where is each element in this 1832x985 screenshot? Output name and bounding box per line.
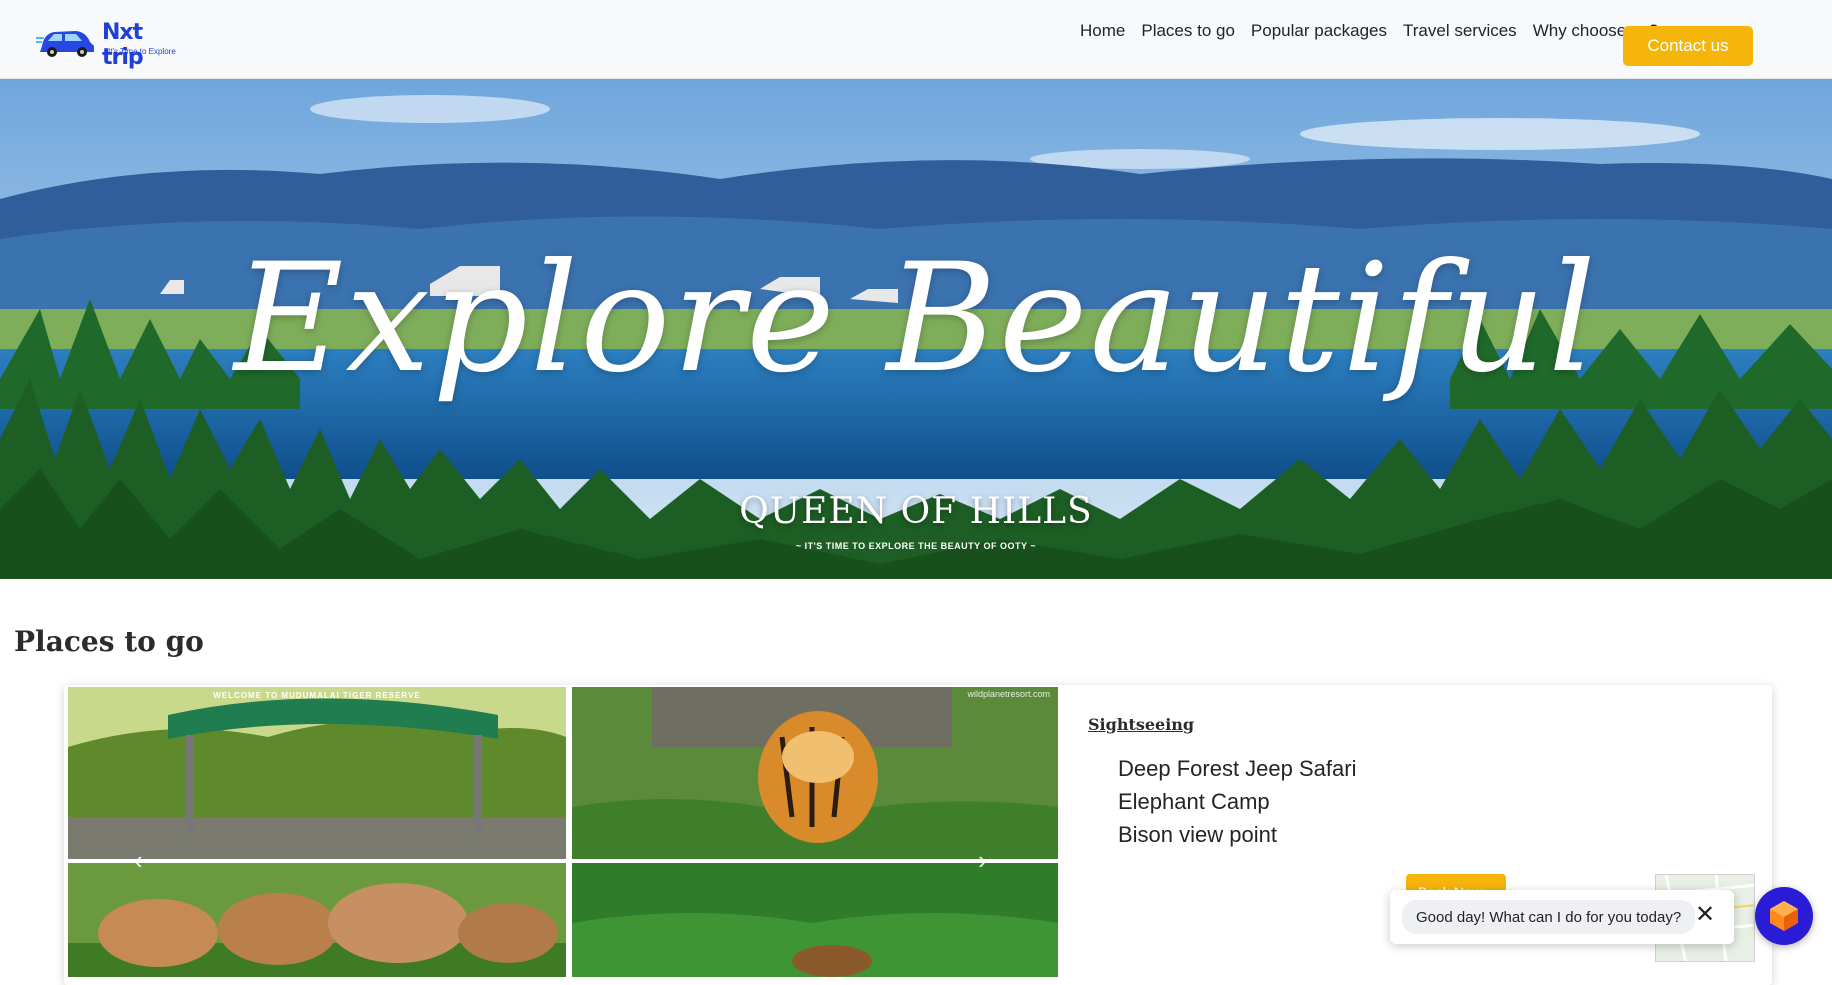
car-logo-icon (36, 31, 94, 57)
place-category-label: Sightseeing (1088, 715, 1195, 734)
nav-travel-services[interactable]: Travel services (1395, 20, 1525, 42)
chat-message[interactable]: Good day! What can I do for you today? (1402, 900, 1696, 934)
hero-subtitle: ~ IT'S TIME TO EXPLORE THE BEAUTY OF OOT… (795, 541, 1037, 551)
hero-banner: Explore Beautiful QUEEN OF HILLS ~ IT'S … (0, 79, 1832, 579)
navbar: Nxt trip It's Time to Explore Home Place… (0, 0, 1832, 79)
collage-tile-tiger: wildplanetresort.com (572, 687, 1058, 859)
places-section-title: Places to go (14, 625, 204, 658)
collage-tile-elephants (68, 863, 566, 977)
place-info: Sightseeing Deep Forest Jeep Safari Elep… (1088, 715, 1356, 851)
place-activity-list: Deep Forest Jeep Safari Elephant Camp Bi… (1118, 752, 1356, 851)
nav-home[interactable]: Home (1072, 20, 1133, 42)
chat-cube-icon (1770, 901, 1798, 931)
close-icon[interactable]: ✕ (1690, 900, 1720, 930)
collage-tile-deer (572, 863, 1058, 977)
brand-logo[interactable]: Nxt trip It's Time to Explore (36, 18, 186, 70)
hero-title: QUEEN OF HILLS (739, 491, 1093, 532)
chat-greeting-popup: Good day! What can I do for you today? ✕ (1390, 890, 1734, 944)
collage-sign-text: WELCOME TO MUDUMALAI TIGER RESERVE (213, 691, 421, 700)
list-item: Elephant Camp (1118, 789, 1270, 814)
list-item: Bison view point (1118, 822, 1277, 847)
contact-us-button[interactable]: Contact us (1623, 26, 1753, 66)
brand-name: Nxt trip (102, 20, 144, 70)
collage-tile-reserve-gate: WELCOME TO MUDUMALAI TIGER RESERVE (68, 687, 566, 859)
nav-places-to-go[interactable]: Places to go (1133, 20, 1243, 42)
place-image-carousel[interactable]: WELCOME TO MUDUMALAI TIGER RESERVE wildp… (68, 687, 1060, 977)
hero-script-heading: Explore Beautiful (234, 232, 1598, 406)
chevron-left-icon[interactable]: ‹ (134, 847, 143, 873)
chevron-right-icon[interactable]: › (978, 847, 987, 873)
brand-tagline: It's Time to Explore (108, 47, 176, 56)
chat-launcher-button[interactable] (1755, 887, 1813, 945)
list-item: Deep Forest Jeep Safari (1118, 756, 1357, 781)
collage-watermark: wildplanetresort.com (967, 689, 1050, 699)
nav-menu: Home Places to go Popular packages Trave… (1072, 20, 1666, 42)
nav-popular-packages[interactable]: Popular packages (1243, 20, 1395, 42)
